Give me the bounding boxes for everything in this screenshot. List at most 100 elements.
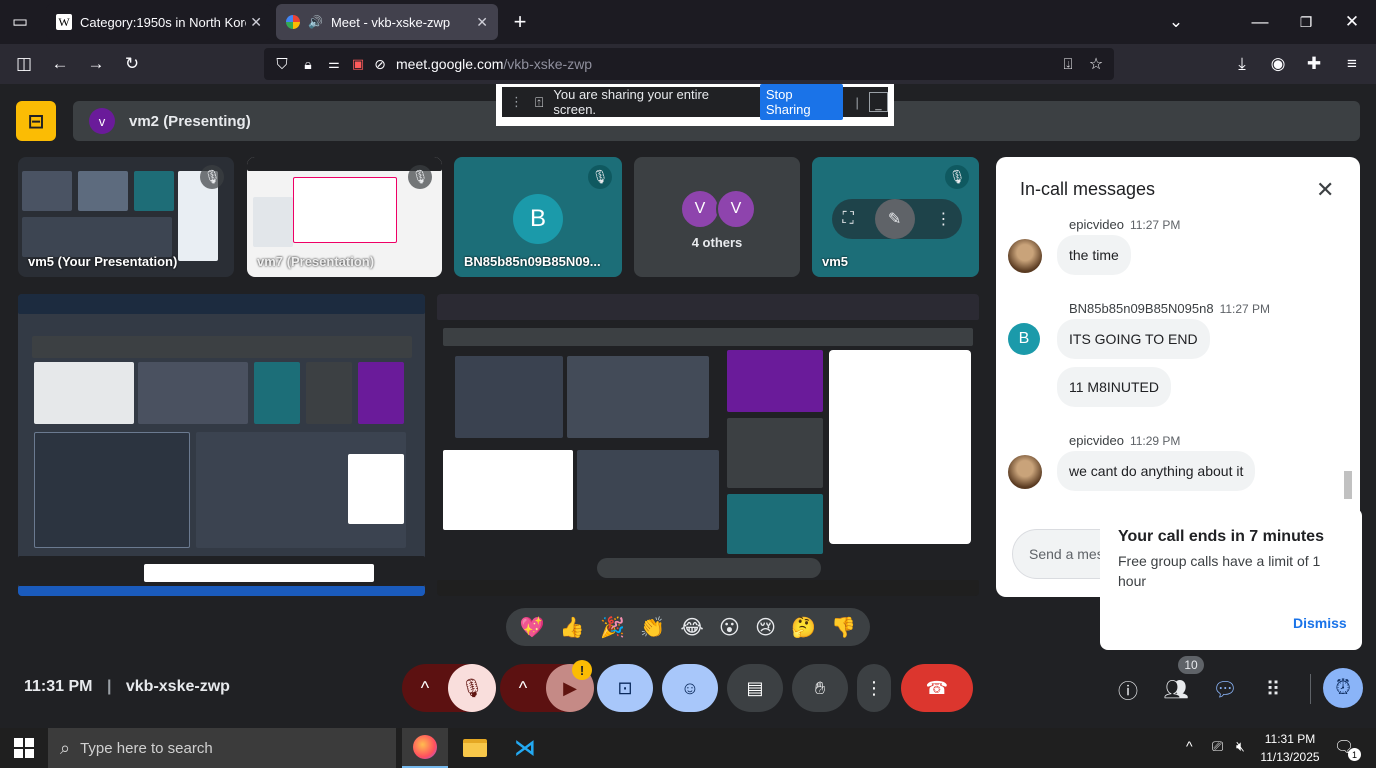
frame-icon[interactable]: ⛶ <box>842 210 853 228</box>
taskbar-explorer[interactable] <box>452 728 498 768</box>
install-app-icon[interactable]: ⍗ <box>1056 52 1080 76</box>
new-tab-button[interactable]: + <box>508 9 532 34</box>
url-text[interactable]: meet.google.com/vkb-xske-zwp <box>396 56 592 72</box>
tile-vm5-presentation[interactable]: 🎙︎ vm5 (Your Presentation) <box>18 157 234 277</box>
minimize-icon[interactable]: — <box>1248 10 1272 34</box>
tab-close-icon[interactable]: ✕ <box>250 14 262 31</box>
screen-thumb <box>306 362 352 424</box>
end-call-button[interactable]: ☎︎ <box>901 664 973 712</box>
taskbar-clock[interactable]: 11:31 PM 11/13/2025 <box>1254 730 1326 766</box>
url-bar[interactable]: ⛉ 🔒︎ ⚌ ▣ ⊘ meet.google.com/vkb-xske-zwp … <box>264 48 1114 80</box>
account-icon[interactable]: ◉ <box>1266 52 1290 76</box>
hide-banner-button[interactable]: _ <box>868 92 888 112</box>
forward-arrow-icon[interactable]: → <box>84 52 108 76</box>
dismiss-button[interactable]: Dismiss <box>1293 615 1347 631</box>
taskbar-vscode[interactable]: ⋊ <box>502 728 548 768</box>
autoplay-blocked-icon[interactable]: ⊘ <box>368 52 392 76</box>
bookmark-star-icon[interactable]: ☆ <box>1084 52 1108 76</box>
shield-icon[interactable]: ⛉ <box>270 52 294 76</box>
screen-thumb <box>18 294 425 314</box>
chat-scrollbar[interactable] <box>1342 227 1354 507</box>
lock-icon[interactable]: 🔒︎ <box>296 52 320 76</box>
raise-hand-button[interactable]: ✋︎ <box>792 664 848 712</box>
notification-count-badge: 1 <box>1348 748 1361 761</box>
tray-chevron-icon[interactable]: ^ <box>1186 738 1193 754</box>
tab-list-chevron-icon[interactable]: ⌄ <box>1164 10 1188 34</box>
camera-options-chevron-icon[interactable]: ^ <box>500 678 546 699</box>
downloads-icon[interactable]: ⤓ <box>1230 52 1254 76</box>
layout-icon[interactable]: ⊟ <box>16 101 56 141</box>
reaction-party[interactable]: 🎉 <box>600 615 625 640</box>
back-arrow-icon[interactable]: ← <box>48 52 72 76</box>
windows-start-icon[interactable] <box>14 738 34 758</box>
activities-icon[interactable]: ⠿ <box>1258 674 1288 704</box>
screen-thumb <box>32 336 412 358</box>
emoji-icon: ☺ <box>680 677 700 698</box>
sharing-text: You are sharing your entire screen. <box>553 87 710 117</box>
more-options-button[interactable]: ⋮ <box>857 664 891 712</box>
chat-icon[interactable]: 💬︎ <box>1210 674 1240 704</box>
reaction-thumbs-up[interactable]: 👍 <box>560 615 585 640</box>
reaction-thinking[interactable]: 🤔 <box>791 615 816 640</box>
people-icon[interactable]: 👥︎ <box>1161 674 1191 704</box>
tile-label: vm5 (Your Presentation) <box>28 254 178 269</box>
extensions-icon[interactable]: ✚ <box>1302 52 1326 76</box>
hang-up-icon: ☎︎ <box>925 677 949 698</box>
tab-close-icon[interactable]: ✕ <box>476 14 488 31</box>
tile-vm7-presentation[interactable]: 🎙︎ vm7 (Presentation) <box>247 157 442 277</box>
reaction-thumbs-down[interactable]: 👎 <box>831 615 856 640</box>
avatar: B <box>1008 323 1040 355</box>
taskbar-firefox[interactable] <box>402 728 448 768</box>
reload-icon[interactable]: ↻ <box>120 52 144 76</box>
reaction-laugh[interactable]: 😂 <box>680 615 703 640</box>
screen-thumb <box>293 177 397 243</box>
menu-hamburger-icon[interactable]: ≡ <box>1340 52 1364 76</box>
window-close-icon[interactable]: ✕ <box>1340 10 1364 34</box>
avatar: V <box>680 189 720 229</box>
tab-overview-icon[interactable]: ▭ <box>8 10 32 34</box>
permissions-icon[interactable]: ⚌ <box>322 52 346 76</box>
stop-sharing-button[interactable]: Stop Sharing <box>759 84 844 120</box>
message-sender: epicvideo 11:29 PM <box>1069 433 1181 448</box>
divider <box>1310 674 1311 704</box>
tile-vm5[interactable]: 🎙︎ ⛶ ✎ ⋮ vm5 <box>812 157 979 277</box>
captions-button[interactable]: ▤ <box>727 664 783 712</box>
taskbar-search[interactable]: ⌕ Type here to search <box>48 728 396 768</box>
reaction-sad[interactable]: 😢 <box>755 615 776 640</box>
drag-handle-icon[interactable]: ⋮ <box>510 94 523 110</box>
others-label: 4 others <box>691 235 743 250</box>
present-to-all-icon: ⍐ <box>535 93 544 110</box>
screen-thumb <box>829 350 971 544</box>
network-icon[interactable]: ⎚ <box>1212 738 1223 755</box>
scrollbar-thumb[interactable] <box>1344 471 1352 499</box>
sidebar-toggle-icon[interactable]: ◫ <box>12 52 36 76</box>
pin-icon[interactable]: ✎ <box>874 199 915 239</box>
tile-others[interactable]: V V 4 others <box>634 157 800 277</box>
avatar: B <box>513 194 563 244</box>
screen-share-indicator-icon[interactable]: ▣ <box>346 52 370 76</box>
tile-bn85[interactable]: B 🎙︎ BN85b85n09B85N09... <box>454 157 622 277</box>
speaker-icon[interactable]: 🔊 <box>308 15 323 29</box>
clock-time: 11:31 PM <box>1264 732 1316 746</box>
chrome-favicon-icon <box>286 15 300 29</box>
emoji-reactions-button[interactable]: ☺ <box>662 664 718 712</box>
reaction-surprised[interactable]: 😮 <box>719 615 740 640</box>
volume-muted-icon[interactable]: 🔇︎ <box>1236 738 1245 755</box>
tab-wikipedia[interactable]: W Category:1950s in North Korea ✕ <box>46 4 272 40</box>
tab-meet[interactable]: 🔊 Meet - vkb-xske-zwp ✕ <box>276 4 498 40</box>
restore-icon[interactable]: ❐ <box>1294 10 1318 34</box>
mic-muted-button[interactable]: 🎙︎ <box>448 664 496 712</box>
close-icon[interactable]: ✕ <box>1316 177 1334 203</box>
reaction-clap[interactable]: 👏 <box>640 615 665 640</box>
tile-screenshare-left[interactable] <box>18 294 425 596</box>
more-vert-icon[interactable]: ⋮ <box>936 209 952 229</box>
mic-options-chevron-icon[interactable]: ^ <box>402 678 448 699</box>
mic-control-group: ^ 🎙︎ <box>402 664 496 712</box>
meeting-details-icon[interactable]: ⓘ <box>1113 674 1143 704</box>
present-screen-button[interactable]: ⊡ <box>597 664 653 712</box>
screen-thumb <box>254 362 300 424</box>
reaction-heart[interactable]: 💖 <box>520 615 545 640</box>
alarm-clock-icon[interactable]: ⏰︎ <box>1323 668 1363 708</box>
tile-screenshare-right[interactable] <box>437 294 979 596</box>
present-icon: ⊡ <box>617 677 633 698</box>
